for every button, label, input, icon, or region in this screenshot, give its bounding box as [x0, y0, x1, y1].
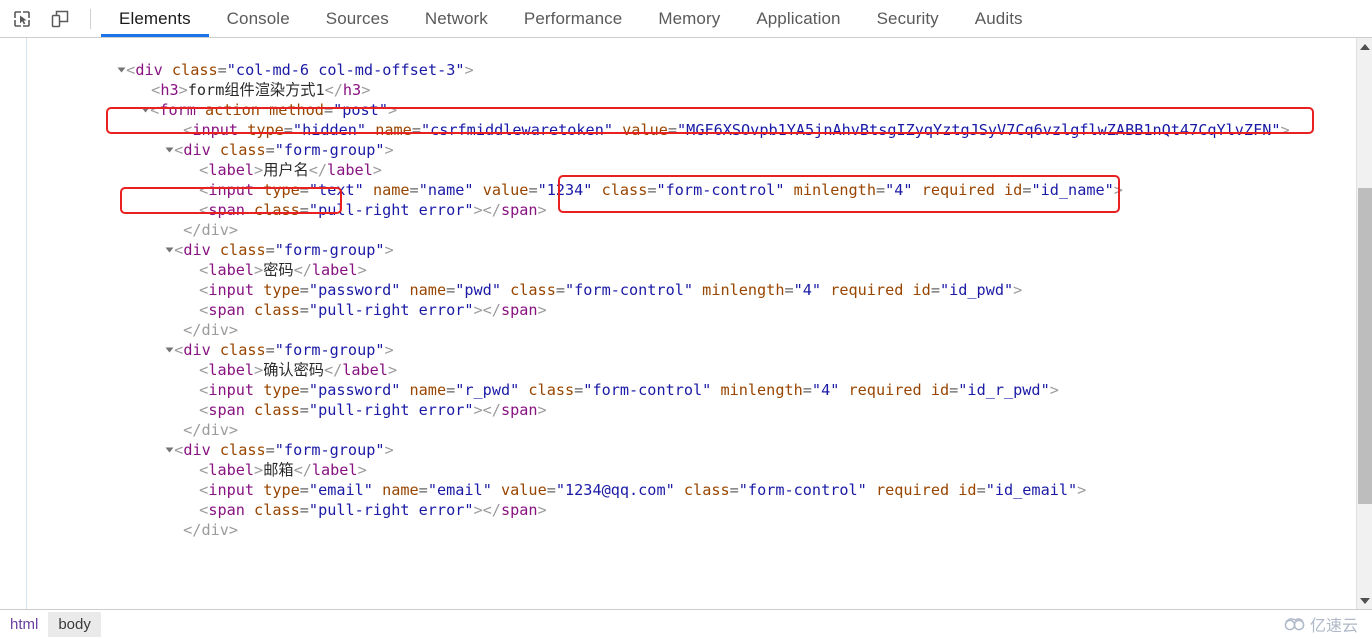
- dom-line[interactable]: <label>密码</label>: [0, 240, 1356, 279]
- dom-line[interactable]: <input type="email" name="email" value="…: [0, 460, 1356, 499]
- devtools-window: Elements Console Sources Network Perform…: [0, 0, 1372, 639]
- dom-line[interactable]: <div class="form-group">: [0, 420, 1356, 459]
- dom-line-input-name[interactable]: <input type="text" name="name" value="12…: [0, 160, 1356, 199]
- dom-line[interactable]: </div>: [0, 500, 1356, 539]
- tab-sources[interactable]: Sources: [308, 0, 407, 37]
- tab-label: Network: [424, 8, 488, 28]
- dom-line[interactable]: <h3>form组件渲染方式1</h3>: [0, 60, 1356, 99]
- dom-line[interactable]: </div>: [0, 200, 1356, 239]
- close-tag: </div>: [183, 521, 239, 539]
- tab-memory[interactable]: Memory: [640, 0, 738, 37]
- tab-security[interactable]: Security: [859, 0, 957, 37]
- tab-label: Sources: [325, 8, 389, 28]
- dom-line-label-username[interactable]: <label>用户名</label>: [0, 140, 1356, 179]
- tab-application[interactable]: Application: [738, 0, 858, 37]
- dom-line[interactable]: <div class="form-group">: [0, 320, 1356, 359]
- elements-dom-tree[interactable]: <div class="col-md-6 col-md-offset-3"> <…: [0, 38, 1356, 609]
- tab-label: Security: [876, 8, 939, 28]
- tab-audits[interactable]: Audits: [957, 0, 1041, 37]
- tab-label: Console: [226, 8, 290, 28]
- dom-line[interactable]: </div>: [0, 300, 1356, 339]
- inspect-cursor-icon[interactable]: [8, 5, 36, 33]
- dom-line[interactable]: <span class="pull-right error"></span>: [0, 180, 1356, 219]
- scrollbar-thumb[interactable]: [1358, 188, 1372, 504]
- tab-console[interactable]: Console: [209, 0, 308, 37]
- tab-label: Memory: [658, 8, 721, 28]
- devtools-tabbar: Elements Console Sources Network Perform…: [0, 0, 1372, 38]
- watermark-text: 亿速云: [1309, 616, 1358, 635]
- dom-line[interactable]: <div class="form-group">: [0, 120, 1356, 159]
- dom-lines: <div class="col-md-6 col-md-offset-3"> <…: [0, 40, 1356, 539]
- dom-line[interactable]: <label>邮箱</label>: [0, 440, 1356, 479]
- device-toolbar-icon[interactable]: [46, 5, 74, 33]
- dom-line[interactable]: <label>确认密码</label>: [0, 340, 1356, 379]
- panel-tabs: Elements Console Sources Network Perform…: [101, 0, 1041, 37]
- dom-line[interactable]: <input type="password" name="r_pwd" clas…: [0, 360, 1356, 399]
- dom-line[interactable]: <span class="pull-right error"></span>: [0, 280, 1356, 319]
- tab-label: Elements: [119, 8, 191, 28]
- dom-line[interactable]: <span class="pull-right error"></span>: [0, 480, 1356, 519]
- dom-line[interactable]: <form action method="post">: [0, 80, 1356, 119]
- toolbar-separator: [90, 8, 91, 29]
- tab-label: Performance: [523, 8, 623, 28]
- devtools-toolbar-buttons: [0, 0, 101, 37]
- dom-line[interactable]: <div class="form-group">: [0, 220, 1356, 259]
- dom-line-csrf-input[interactable]: <input type="hidden" name="csrfmiddlewar…: [0, 100, 1356, 139]
- watermark: 亿速云: [1284, 612, 1358, 636]
- dom-line[interactable]: <span class="pull-right error"></span>: [0, 380, 1356, 419]
- scroll-up-arrow-icon[interactable]: [1357, 38, 1372, 55]
- dom-line[interactable]: </div>: [0, 400, 1356, 439]
- tab-label: Application: [756, 8, 841, 28]
- breadcrumb-item-html[interactable]: html: [0, 612, 48, 637]
- tab-elements[interactable]: Elements: [101, 0, 209, 37]
- breadcrumb: html body 亿速云: [0, 609, 1372, 639]
- dom-line[interactable]: <div class="col-md-6 col-md-offset-3">: [0, 40, 1356, 79]
- breadcrumb-item-body[interactable]: body: [48, 612, 101, 637]
- tab-label: Audits: [974, 8, 1023, 28]
- dom-line[interactable]: <input type="password" name="pwd" class=…: [0, 260, 1356, 299]
- vertical-scrollbar[interactable]: [1356, 38, 1372, 609]
- scroll-down-arrow-icon[interactable]: [1357, 592, 1372, 609]
- tab-network[interactable]: Network: [407, 0, 506, 37]
- tab-performance[interactable]: Performance: [506, 0, 640, 37]
- cloud-logo-icon: [1284, 618, 1305, 631]
